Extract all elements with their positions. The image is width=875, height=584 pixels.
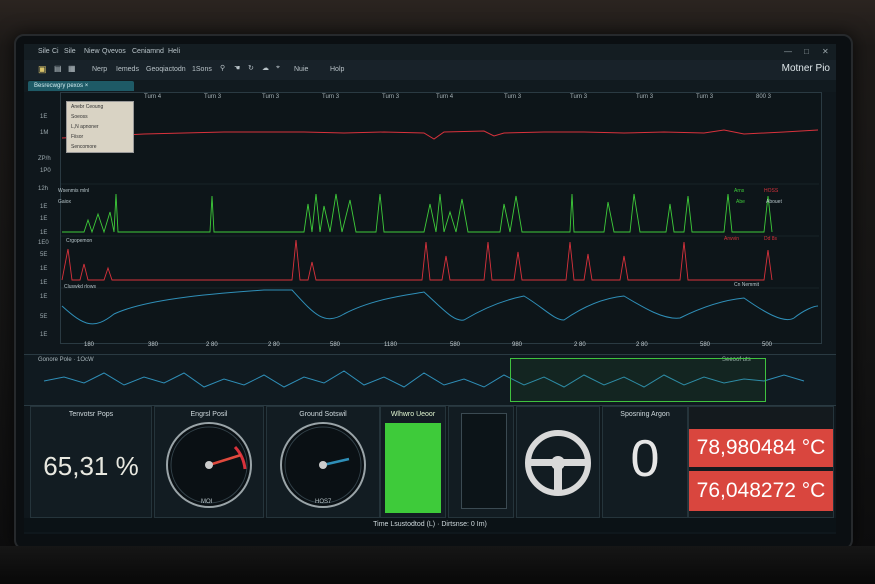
series-label-right-green-2: Abe <box>736 199 745 205</box>
steering-value: 0 <box>630 430 660 488</box>
blue-trace <box>61 289 819 325</box>
laptop-keyboard <box>0 546 875 584</box>
x-bottom-tick: 2 80 <box>268 342 280 348</box>
throttle-value: 65,31 % <box>43 451 139 481</box>
x-bottom-tick: 2 80 <box>574 342 586 348</box>
empty-bar-panel <box>448 406 514 518</box>
temperature-panel: 78,980484 °C 76,048272 °C <box>688 406 834 518</box>
overview-strip[interactable]: Gonore Pole · 1OcW Seeoof uts <box>24 354 836 406</box>
series-label-right-green: Arns <box>734 188 745 194</box>
ground-speed-panel: Ground Sotswil HOS7 <box>266 406 380 518</box>
legend-item[interactable]: Fiisor <box>67 132 133 142</box>
series-label-right-blue: Cn Nemmit <box>734 282 760 288</box>
instrument-panels: Tenvotsr Pops 65,31 % Engrsl Posil MOI G… <box>24 406 836 534</box>
steering-wheel-icon <box>525 430 591 496</box>
legend-item[interactable]: Anebr Ceoung <box>67 102 133 112</box>
engine-gauge: MOI <box>166 422 252 508</box>
series-label-right-red-4: Dd 8s <box>764 236 778 242</box>
legend-item[interactable]: L,N apnoner <box>67 122 133 132</box>
plot-legend[interactable]: Anebr Ceoung Soeoss L,N apnoner Fiisor S… <box>66 101 134 153</box>
empty-level-bar <box>461 413 507 509</box>
x-bottom-tick: 1180 <box>384 342 397 348</box>
temp-box-1: 78,980484 °C <box>689 429 833 467</box>
series-label-right-red: HOSS <box>764 188 779 194</box>
steering-title: Sposning Argon <box>620 411 670 418</box>
green-trace <box>62 193 773 234</box>
engine-caption: MOI <box>201 499 213 505</box>
temp-box-2: 76,048272 °C <box>689 471 833 511</box>
series-label-red: Crgopemon <box>66 238 93 244</box>
green-bar-title: Wlhwro Ueoor <box>390 411 436 418</box>
ground-gauge: HOS7 <box>280 422 366 508</box>
series-label-right-red-3: Arwvin <box>724 236 740 242</box>
series-label-right-red-2: Abouet <box>766 199 782 205</box>
green-level-bar <box>385 423 441 513</box>
throttle-panel: Tenvotsr Pops 65,31 % <box>30 406 152 518</box>
x-bottom-tick: 580 <box>700 342 711 348</box>
steering-angle-panel: Sposning Argon 0 <box>602 406 688 518</box>
red-trace-top <box>61 129 819 140</box>
overview-selection-window[interactable] <box>510 358 766 402</box>
temp-value-1: 78,980484 °C <box>696 436 826 459</box>
x-bottom-tick: 380 <box>148 342 159 348</box>
plot-traces <box>61 129 819 325</box>
temp-value-2: 76,048272 °C <box>696 479 826 502</box>
x-bottom-tick: 2 80 <box>636 342 648 348</box>
ground-caption: HOS7 <box>315 499 332 505</box>
red-trace-mid <box>61 239 773 281</box>
series-label-green-sub: Gaiox <box>58 199 72 205</box>
engine-panel: Engrsl Posil MOI <box>154 406 264 518</box>
app-window: Sile Ci Sile Niew Qvevos Ceniamnd Heli —… <box>24 44 836 534</box>
legend-item[interactable]: Soeoss <box>67 112 133 122</box>
x-bottom-tick: 180 <box>84 342 95 348</box>
x-bottom-tick: 580 <box>450 342 461 348</box>
series-label-green: Wsenmis mlnl <box>58 188 90 194</box>
throttle-title: Tenvotsr Pops <box>68 411 114 418</box>
legend-item[interactable]: Sencomore <box>67 142 133 152</box>
x-bottom-tick: 500 <box>762 342 773 348</box>
x-bottom-tick: 580 <box>330 342 341 348</box>
green-bar-panel: Wlhwro Ueoor <box>380 406 446 518</box>
steering-wheel-panel <box>516 406 600 518</box>
status-text: Time Lsustodtod (L) · Dirtsnse: 0 Im) <box>373 521 487 528</box>
x-bottom-tick: 2 80 <box>206 342 218 348</box>
status-bar: Time Lsustodtod (L) · Dirtsnse: 0 Im) <box>24 518 836 532</box>
series-label-blue: Cluswkd rlows <box>64 284 96 290</box>
x-bottom-tick: 980 <box>512 342 523 348</box>
